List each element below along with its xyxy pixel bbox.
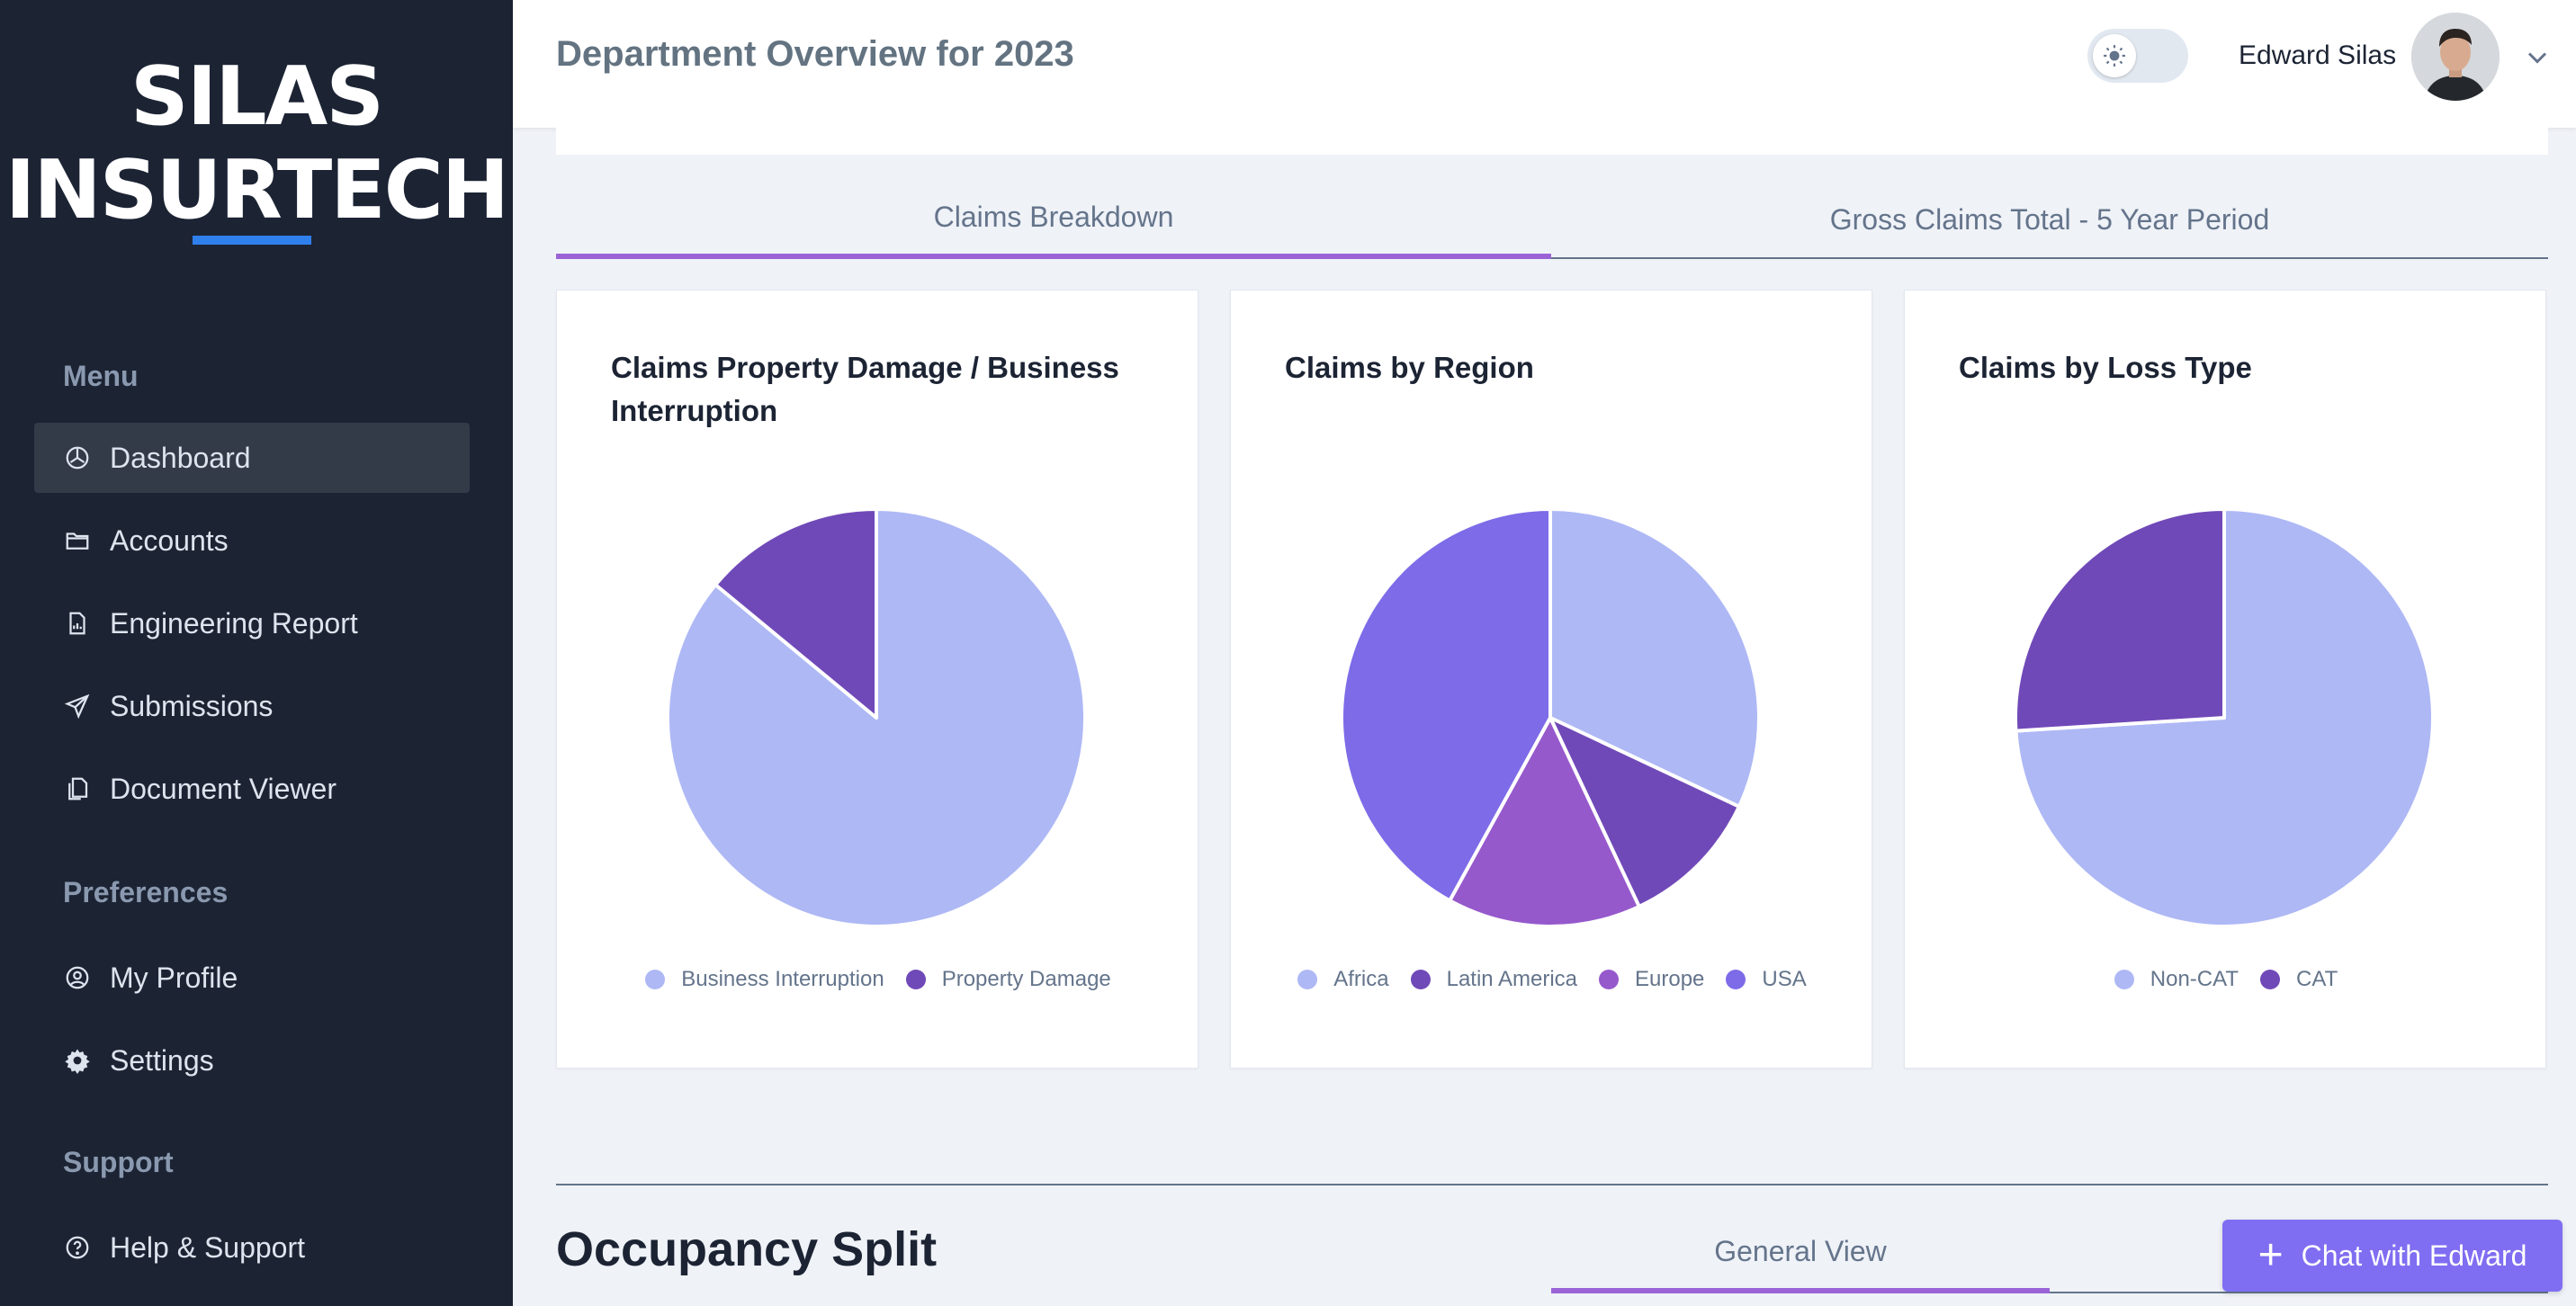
chart-card-loss-type: Claims by Loss Type Non-CAT CAT	[1904, 290, 2546, 1069]
legend-marker	[1297, 970, 1318, 989]
user-icon	[63, 963, 92, 992]
sidebar-item-document-viewer[interactable]: Document Viewer	[34, 754, 470, 824]
sidebar-item-label: Dashboard	[110, 441, 251, 474]
sidebar-item-label: Accounts	[110, 523, 229, 557]
legend-label: Europe	[1635, 967, 1705, 991]
legend-item[interactable]: USA	[1726, 967, 1807, 992]
pie-chart-region[interactable]	[1334, 502, 1766, 934]
theme-toggle[interactable]	[2087, 29, 2188, 83]
legend-label: Non-CAT	[2150, 967, 2239, 991]
logo-line-2: INSURTECH	[4, 143, 509, 237]
legend-item[interactable]: Europe	[1599, 967, 1704, 992]
legend-item[interactable]: Africa	[1297, 967, 1389, 992]
chat-button-label: Chat with Edward	[2301, 1239, 2527, 1272]
logo[interactable]: SILAS INSURTECH	[0, 50, 513, 237]
dashboard-icon	[63, 443, 92, 472]
support-heading: Support	[63, 1146, 174, 1178]
legend-label: USA	[1762, 967, 1807, 991]
sidebar: SILAS INSURTECH Menu Dashboard Accounts …	[0, 0, 513, 1306]
sidebar-item-accounts[interactable]: Accounts	[34, 505, 470, 576]
chart-title: Claims Property Damage / Business Interr…	[611, 351, 1119, 427]
chart-title: Claims by Region	[1285, 351, 1534, 384]
gear-icon	[63, 1046, 92, 1075]
legend-label: Africa	[1333, 967, 1389, 991]
legend-marker	[905, 970, 926, 989]
legend-item[interactable]: Latin America	[1410, 967, 1577, 992]
legend-item[interactable]: Business Interruption	[645, 967, 884, 992]
legend-item[interactable]: Non-CAT	[2114, 967, 2239, 992]
sidebar-item-settings[interactable]: Settings	[34, 1025, 470, 1096]
page-title: Department Overview for 2023	[556, 34, 1074, 74]
sidebar-item-engineering-report[interactable]: Engineering Report	[34, 588, 470, 658]
chart-title: Claims by Loss Type	[1959, 351, 2252, 384]
sidebar-item-my-profile[interactable]: My Profile	[34, 943, 470, 1013]
legend-item[interactable]: CAT	[2260, 967, 2338, 992]
section-title-occupancy: Occupancy Split	[556, 1222, 938, 1276]
chevron-down-icon[interactable]	[2521, 41, 2554, 74]
documents-icon	[63, 774, 92, 803]
chart-legend: Non-CAT CAT	[1905, 967, 2547, 992]
legend-label: CAT	[2296, 967, 2338, 991]
legend-label: Latin America	[1446, 967, 1577, 991]
sidebar-item-help-support[interactable]: Help & Support	[34, 1212, 470, 1283]
section-divider	[556, 1184, 2548, 1185]
chart-legend: Africa Latin America Europe USA	[1231, 967, 1873, 992]
user-name: Edward Silas	[2239, 40, 2397, 70]
chart-card-property-damage: Claims Property Damage / Business Interr…	[556, 290, 1198, 1069]
send-icon	[63, 692, 92, 720]
header: Department Overview for 2023 Edward Sila…	[513, 0, 2576, 128]
top-panel-strip	[556, 128, 2548, 155]
pie-chart-loss-type[interactable]	[2008, 502, 2440, 934]
sidebar-item-submissions[interactable]: Submissions	[34, 671, 470, 741]
pie-slice-cat[interactable]	[2014, 507, 2226, 733]
logo-underline	[193, 236, 311, 245]
tab-gross-claims-total[interactable]: Gross Claims Total - 5 Year Period	[1551, 180, 2548, 259]
claims-tabs: Claims Breakdown Gross Claims Total - 5 …	[556, 180, 2548, 259]
legend-marker	[1599, 970, 1619, 989]
sidebar-item-label: My Profile	[110, 961, 238, 994]
avatar[interactable]	[2411, 13, 2500, 101]
legend-label: Business Interruption	[681, 967, 884, 991]
preferences-heading: Preferences	[63, 876, 229, 908]
chart-card-region: Claims by Region Africa Latin America Euro…	[1230, 290, 1872, 1069]
chat-button[interactable]: + Chat with Edward	[2222, 1220, 2563, 1292]
legend-label: Property Damage	[941, 967, 1111, 991]
help-icon	[63, 1233, 92, 1262]
logo-line-1: SILAS	[130, 49, 384, 144]
report-icon	[63, 609, 92, 638]
legend-marker	[2114, 970, 2134, 989]
sidebar-item-dashboard[interactable]: Dashboard	[34, 423, 470, 493]
legend-marker	[1726, 970, 1746, 989]
sidebar-item-label: Settings	[110, 1043, 214, 1077]
tab-claims-breakdown[interactable]: Claims Breakdown	[556, 180, 1551, 259]
plus-icon: +	[2257, 1231, 2284, 1279]
legend-marker	[645, 970, 666, 989]
legend-item[interactable]: Property Damage	[905, 967, 1111, 992]
menu-heading: Menu	[63, 360, 139, 392]
legend-marker	[1410, 970, 1431, 989]
legend-marker	[2260, 970, 2281, 989]
tab-general-view[interactable]: General View	[1551, 1214, 2050, 1293]
sidebar-item-label: Engineering Report	[110, 606, 358, 640]
chart-legend: Business Interruption Property Damage	[557, 967, 1199, 992]
pie-chart-property-damage[interactable]	[660, 502, 1092, 934]
sun-icon	[2093, 34, 2136, 77]
sidebar-item-label: Help & Support	[110, 1230, 306, 1264]
folder-icon	[63, 526, 92, 555]
sidebar-item-label: Submissions	[110, 689, 274, 722]
sidebar-item-label: Document Viewer	[110, 772, 337, 805]
